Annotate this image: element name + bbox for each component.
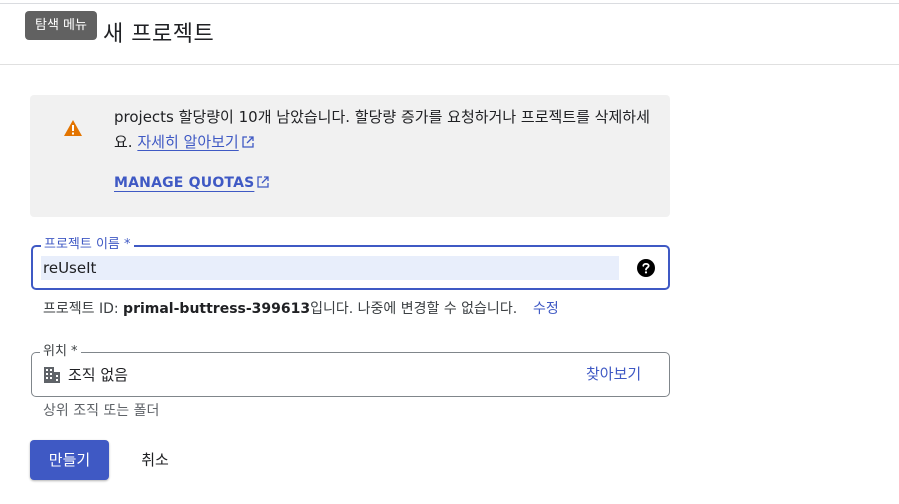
cancel-button[interactable]: 취소 bbox=[128, 440, 182, 480]
project-name-input[interactable]: reUseIt bbox=[41, 256, 619, 280]
project-id-hint: 프로젝트 ID: primal-buttress-399613입니다. 나중에 … bbox=[43, 298, 517, 318]
building-icon bbox=[44, 367, 60, 383]
edit-project-id-button[interactable]: 수정 bbox=[533, 298, 559, 318]
learn-more-link[interactable]: 자세히 알아보기 bbox=[137, 133, 238, 151]
external-link-icon bbox=[257, 176, 270, 188]
project-id-value: primal-buttress-399613 bbox=[123, 301, 311, 317]
nav-menu-tooltip: 탐색 메뉴 bbox=[25, 11, 97, 40]
location-hint: 상위 조직 또는 폴더 bbox=[43, 403, 160, 419]
project-id-suffix: 입니다. 나중에 변경할 수 없습니다. bbox=[310, 301, 518, 317]
external-link-icon bbox=[242, 136, 254, 148]
quota-warning-banner: projects 할당량이 10개 남았습니다. 할당량 증가를 요청하거나 프… bbox=[30, 95, 670, 217]
project-name-field[interactable]: 프로젝트 이름 * reUseIt bbox=[31, 237, 670, 290]
location-field[interactable]: 위치 * 조직 없음 찾아보기 bbox=[31, 344, 670, 397]
warning-icon bbox=[64, 120, 82, 136]
project-id-prefix: 프로젝트 ID: bbox=[43, 301, 124, 317]
location-label: 위치 * bbox=[40, 344, 81, 360]
page-title: 새 프로젝트 bbox=[103, 22, 215, 47]
help-icon[interactable] bbox=[637, 259, 655, 277]
project-name-label: 프로젝트 이름 * bbox=[41, 237, 134, 253]
banner-message-block: projects 할당량이 10개 남았습니다. 할당량 증가를 요청하거나 프… bbox=[114, 105, 659, 155]
location-value: 조직 없음 bbox=[68, 366, 128, 384]
create-button[interactable]: 만들기 bbox=[30, 440, 109, 480]
browse-location-button[interactable]: 찾아보기 bbox=[586, 363, 641, 384]
top-border bbox=[0, 3, 899, 4]
manage-quotas-label: MANAGE QUOTAS bbox=[114, 175, 255, 191]
header-divider bbox=[0, 64, 899, 65]
manage-quotas-link[interactable]: MANAGE QUOTAS bbox=[114, 175, 270, 191]
